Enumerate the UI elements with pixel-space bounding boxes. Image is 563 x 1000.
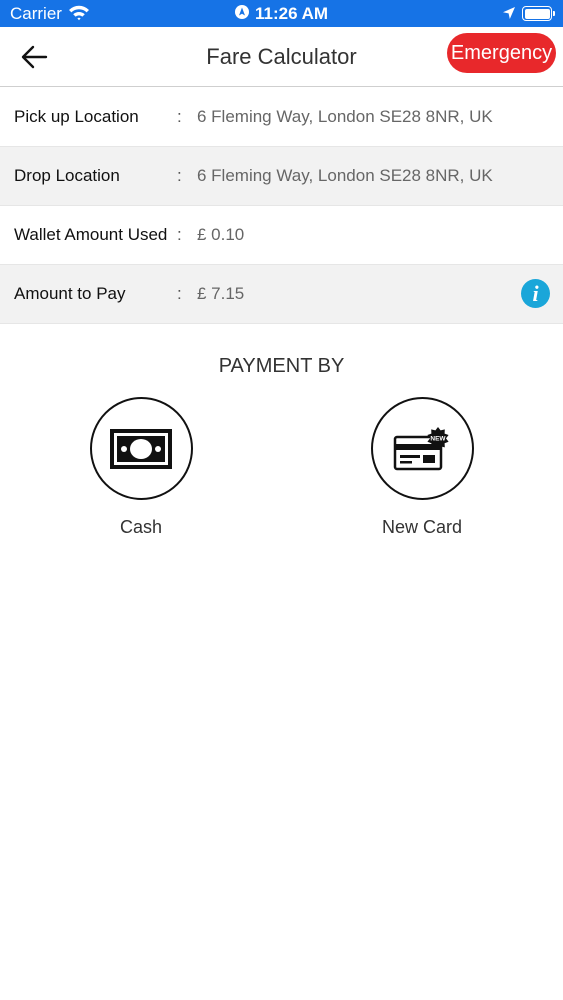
navigation-mode-icon — [235, 4, 249, 24]
clock: 11:26 AM — [235, 4, 328, 24]
card-icon-circle: NEW — [370, 397, 474, 500]
payment-title: PAYMENT BY — [218, 355, 345, 377]
wallet-value: £ 0.10 — [197, 225, 245, 244]
wallet-row: Wallet Amount Used : £ 0.10 — [0, 206, 563, 265]
cash-icon — [110, 428, 172, 469]
cash-option[interactable]: Cash — [71, 397, 211, 538]
new-card-label: New Card — [381, 517, 463, 537]
drop-row: Drop Location : 6 Fleming Way, London SE… — [0, 147, 563, 206]
pickup-label: Pick up Location — [14, 107, 139, 126]
nav-bar: Fare Calculator Emergency — [0, 27, 563, 87]
separator: : — [177, 107, 182, 126]
new-badge: NEW — [430, 435, 446, 442]
status-bar: Carrier 11:26 AM — [0, 0, 563, 27]
drop-label: Drop Location — [14, 166, 120, 185]
pickup-value: 6 Fleming Way, London SE28 8NR, UK — [197, 107, 493, 126]
cash-label: Cash — [119, 517, 163, 537]
wifi-icon — [68, 5, 90, 26]
cash-icon-circle — [89, 397, 193, 500]
separator: : — [177, 284, 182, 303]
info-icon[interactable]: i — [521, 279, 550, 308]
amount-label: Amount to Pay — [14, 284, 126, 303]
separator: : — [177, 166, 182, 185]
amount-value: £ 7.15 — [197, 284, 245, 303]
fare-details: Pick up Location : 6 Fleming Way, London… — [0, 88, 563, 324]
drop-value: 6 Fleming Way, London SE28 8NR, UK — [197, 166, 493, 185]
new-card-icon: NEW — [393, 426, 449, 470]
amount-row: Amount to Pay : £ 7.15 i — [0, 265, 563, 324]
time-label: 11:26 AM — [255, 4, 329, 23]
wallet-label: Wallet Amount Used — [14, 225, 168, 244]
location-arrow-icon — [502, 6, 516, 25]
separator: : — [177, 225, 182, 244]
new-card-option[interactable]: NEW New Card — [352, 397, 492, 538]
battery-icon — [522, 6, 555, 21]
emergency-button[interactable]: Emergency — [447, 33, 556, 73]
carrier-label: Carrier — [10, 4, 62, 23]
pickup-row: Pick up Location : 6 Fleming Way, London… — [0, 88, 563, 147]
